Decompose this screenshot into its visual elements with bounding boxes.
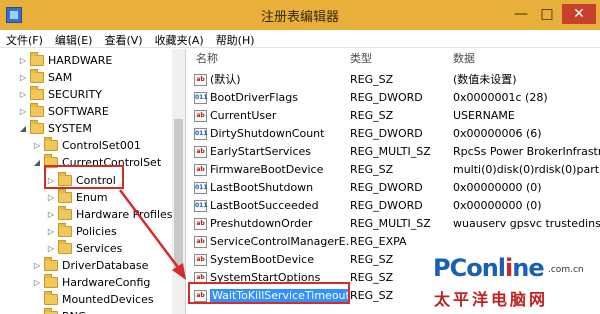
- pconline-domain: .com.cn: [548, 265, 584, 275]
- pconline-watermark: PConline .com.cn 太平洋电脑网: [430, 254, 600, 314]
- arrow-head: [172, 263, 186, 280]
- arrow-line: [119, 189, 181, 271]
- pconline-subtitle: 太平洋电脑网: [434, 290, 549, 309]
- pconline-logo: PConline: [433, 254, 545, 282]
